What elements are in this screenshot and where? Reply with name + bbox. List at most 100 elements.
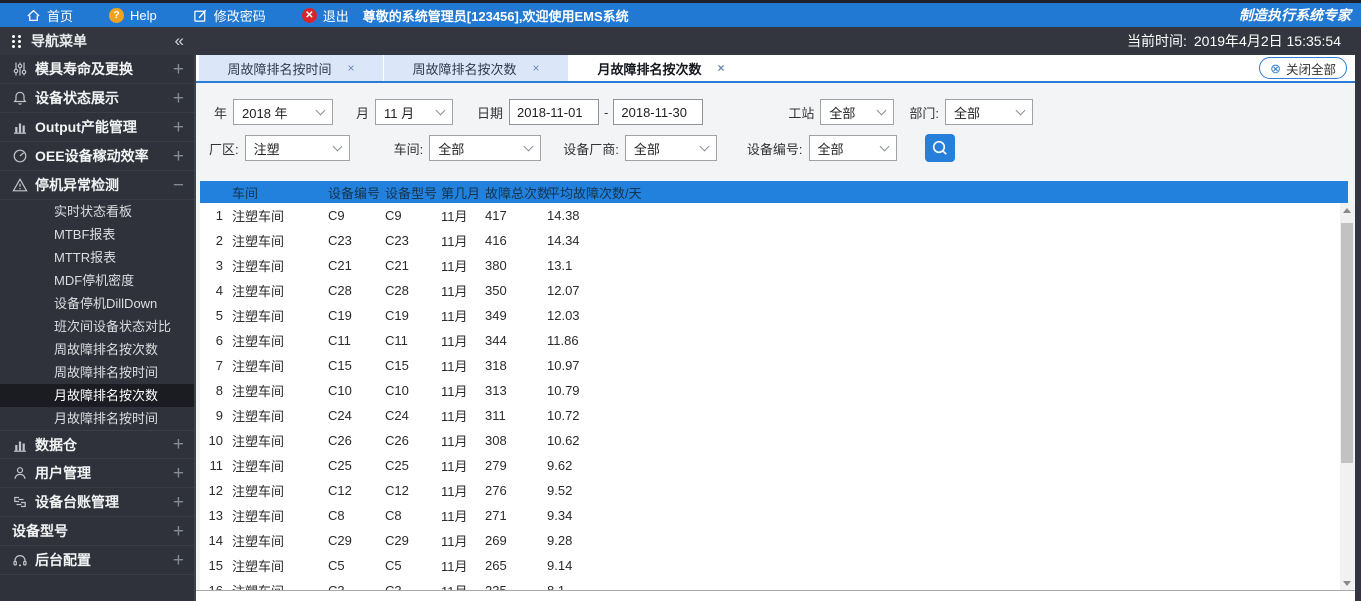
expand-icon[interactable]: + <box>173 493 184 512</box>
sidebar-item-realtime-board[interactable]: 实时状态看板 <box>0 200 196 223</box>
close-icon[interactable]: × <box>718 61 725 75</box>
table-cell: 11月 <box>435 553 479 578</box>
close-icon[interactable]: × <box>533 61 540 75</box>
table-row[interactable]: 2 注塑车间 C23 C23 11月 416 14.34 <box>200 228 1348 253</box>
table-cell: C29 <box>379 528 435 553</box>
sidebar-group-output[interactable]: Output产能管理 + <box>0 113 196 142</box>
tab-week-rank-time[interactable]: 周故障排名按时间 × <box>199 55 384 81</box>
warning-icon <box>12 177 28 193</box>
expand-icon[interactable]: + <box>173 551 184 570</box>
sidebar-item-week-rank-count[interactable]: 周故障排名按次数 <box>0 338 196 361</box>
table-cell: 14.38 <box>541 203 1348 228</box>
table-row[interactable]: 7 注塑车间 C15 C15 11月 318 10.97 <box>200 353 1348 378</box>
sidebar-item-mtbf-report[interactable]: MTBF报表 <box>0 223 196 246</box>
top-bar: 首页 ? Help 修改密码 ✕ 退出 尊敬的系统管理员[123456],欢迎使… <box>0 3 1361 27</box>
table-row[interactable]: 15 注塑车间 C5 C5 11月 265 9.14 <box>200 553 1348 578</box>
chevron-down-icon <box>876 105 887 115</box>
table-cell: 11月 <box>435 528 479 553</box>
scrollbar-thumb[interactable] <box>1341 223 1353 463</box>
sidebar-group-equipment-ledger[interactable]: 设备台账管理 + <box>0 488 196 517</box>
factory-select[interactable]: 注塑 <box>244 135 350 161</box>
close-icon[interactable]: × <box>348 61 355 75</box>
sidebar-item-shift-compare[interactable]: 班次间设备状态对比 <box>0 315 196 338</box>
workshop-select[interactable]: 全部 <box>429 135 542 161</box>
collapse-icon[interactable]: − <box>173 176 184 195</box>
sidebar-group-device-model[interactable]: 设备型号 + <box>0 517 196 546</box>
expand-icon[interactable]: + <box>173 464 184 483</box>
vendor-label: 设备厂商: <box>563 141 619 157</box>
table-header-row: 车间 设备编号 设备型号 第几月 故障总次数 平均故障次数/天 <box>200 181 1348 203</box>
device-no-select-value: 全部 <box>817 141 844 157</box>
expand-icon[interactable]: + <box>173 522 184 541</box>
sidebar-item-week-rank-time[interactable]: 周故障排名按时间 <box>0 361 196 384</box>
expand-icon[interactable]: + <box>173 89 184 108</box>
help-button[interactable]: ? Help <box>109 7 157 23</box>
device-no-select[interactable]: 全部 <box>808 135 897 161</box>
sidebar-group-backend-config[interactable]: 后台配置 + <box>0 546 196 575</box>
table-cell: 11月 <box>435 253 479 278</box>
table-row[interactable]: 10 注塑车间 C26 C26 11月 308 10.62 <box>200 428 1348 453</box>
expand-icon[interactable]: + <box>173 60 184 79</box>
expand-icon[interactable]: + <box>173 147 184 166</box>
sidebar-group-user-management[interactable]: 用户管理 + <box>0 459 196 488</box>
table-cell: 7 <box>200 353 226 378</box>
scroll-up-arrow-icon[interactable] <box>1340 203 1354 217</box>
tab-month-rank-count[interactable]: 月故障排名按次数 × <box>569 55 754 81</box>
chevron-down-icon <box>1015 105 1026 115</box>
filter-row-2: 厂区: 注塑 车间: 全部 设备厂商: 全部 设备编号: 全部 <box>209 134 1355 162</box>
table-row[interactable]: 11 注塑车间 C25 C25 11月 279 9.62 <box>200 453 1348 478</box>
sidebar-item-drilldown[interactable]: 设备停机DillDown <box>0 292 196 315</box>
sidebar-item-mdf-density[interactable]: MDF停机密度 <box>0 269 196 292</box>
station-select[interactable]: 全部 <box>820 99 895 125</box>
sidebar-item-month-rank-count[interactable]: 月故障排名按次数 <box>0 384 196 407</box>
table-row[interactable]: 14 注塑车间 C29 C29 11月 269 9.28 <box>200 528 1348 553</box>
sidebar-group-mold-life[interactable]: 模具寿命及更换 + <box>0 55 196 84</box>
table-cell: 9.52 <box>541 478 1348 503</box>
filter-panel: 年 2018 年 月 11 月 日期 - 工站 <box>196 83 1355 181</box>
close-all-tabs-button[interactable]: ⊗ 关闭全部 <box>1259 57 1347 79</box>
table-scrollbar[interactable] <box>1340 203 1354 590</box>
logout-button[interactable]: ✕ 退出 <box>301 6 349 25</box>
table-row[interactable]: 4 注塑车间 C28 C28 11月 350 12.07 <box>200 278 1348 303</box>
gauge-icon <box>12 148 28 164</box>
table-cell: C11 <box>322 328 379 353</box>
sidebar-group-device-status[interactable]: 设备状态展示 + <box>0 84 196 113</box>
table-row[interactable]: 3 注塑车间 C21 C21 11月 380 13.1 <box>200 253 1348 278</box>
search-button[interactable] <box>924 134 955 162</box>
table-row[interactable]: 9 注塑车间 C24 C24 11月 311 10.72 <box>200 403 1348 428</box>
month-select[interactable]: 11 月 <box>375 99 454 125</box>
table-cell: C10 <box>322 378 379 403</box>
table-row[interactable]: 1 注塑车间 C9 C9 11月 417 14.38 <box>200 203 1348 228</box>
sidebar-group-label: 设备台账管理 <box>35 494 119 510</box>
table-cell: 注塑车间 <box>226 378 322 403</box>
bar-chart-icon <box>12 119 28 135</box>
sidebar-group-oee[interactable]: OEE设备稼动效率 + <box>0 142 196 171</box>
collapse-sidebar-button[interactable]: « <box>175 31 184 51</box>
right-edge-strip <box>1355 27 1361 601</box>
vendor-select[interactable]: 全部 <box>624 135 717 161</box>
sliders-icon <box>12 61 28 77</box>
sidebar-group-data-warehouse[interactable]: 数据仓 + <box>0 430 196 459</box>
table-cell: 12 <box>200 478 226 503</box>
sidebar-item-mttr-report[interactable]: MTTR报表 <box>0 246 196 269</box>
date-from-input[interactable] <box>509 99 600 125</box>
change-password-button[interactable]: 修改密码 <box>193 6 266 25</box>
year-select[interactable]: 2018 年 <box>233 99 334 125</box>
date-to-input[interactable] <box>613 99 704 125</box>
table-row[interactable]: 16注塑车间C3C311月2358.1 <box>200 578 1348 590</box>
home-button[interactable]: 首页 <box>26 6 73 25</box>
table-row[interactable]: 12 注塑车间 C12 C12 11月 276 9.52 <box>200 478 1348 503</box>
sidebar-item-month-rank-time[interactable]: 月故障排名按时间 <box>0 407 196 430</box>
expand-icon[interactable]: + <box>173 118 184 137</box>
scroll-down-arrow-icon[interactable] <box>1340 576 1354 590</box>
sidebar-group-downtime[interactable]: 停机异常检测 − <box>0 171 196 200</box>
department-select[interactable]: 全部 <box>945 99 1034 125</box>
table-cell: C19 <box>322 303 379 328</box>
table-row[interactable]: 8 注塑车间 C10 C10 11月 313 10.79 <box>200 378 1348 403</box>
chevron-down-icon <box>699 141 710 151</box>
tab-week-rank-count[interactable]: 周故障排名按次数 × <box>384 55 569 81</box>
table-row[interactable]: 5 注塑车间 C19 C19 11月 349 12.03 <box>200 303 1348 328</box>
expand-icon[interactable]: + <box>173 435 184 454</box>
table-row[interactable]: 13 注塑车间 C8 C8 11月 271 9.34 <box>200 503 1348 528</box>
table-row[interactable]: 6 注塑车间 C11 C11 11月 344 11.86 <box>200 328 1348 353</box>
